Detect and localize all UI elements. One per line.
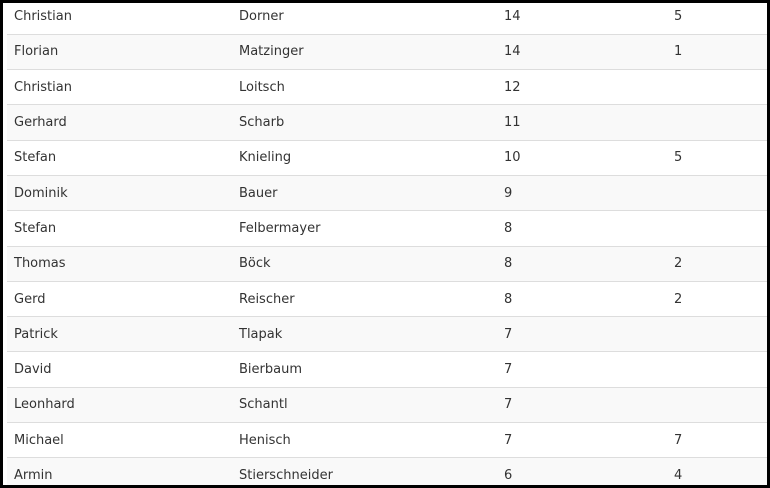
first-name-cell: Dominik bbox=[7, 174, 232, 211]
first-name-cell: Christian bbox=[7, 3, 232, 35]
value2-cell: 4 bbox=[667, 457, 767, 485]
value2-cell: 7 bbox=[667, 422, 767, 458]
last-name-cell: Scharb bbox=[232, 104, 497, 141]
first-name-cell: Patrick bbox=[7, 316, 232, 352]
first-name-cell: Stefan bbox=[7, 210, 232, 247]
value2-cell: 2 bbox=[667, 245, 767, 282]
value2-cell bbox=[667, 316, 767, 352]
value2-cell: 1 bbox=[667, 33, 767, 70]
table-row: Armin Stierschneider 6 4 bbox=[7, 457, 767, 485]
last-name-cell: Knieling bbox=[232, 139, 497, 176]
value1-cell: 8 bbox=[497, 210, 667, 247]
first-name-cell: Florian bbox=[7, 33, 232, 70]
last-name-cell: Matzinger bbox=[232, 33, 497, 70]
last-name-cell: Tlapak bbox=[232, 316, 497, 352]
first-name-cell: Gerd bbox=[7, 280, 232, 317]
last-name-cell: Reischer bbox=[232, 280, 497, 317]
last-name-cell: Stierschneider bbox=[232, 457, 497, 485]
value1-cell: 7 bbox=[497, 386, 667, 423]
last-name-cell: Bierbaum bbox=[232, 351, 497, 388]
first-name-cell: Armin bbox=[7, 457, 232, 485]
table-row: Stefan Knieling 10 5 bbox=[7, 139, 767, 176]
last-name-cell: Schantl bbox=[232, 386, 497, 423]
value1-cell: 11 bbox=[497, 104, 667, 141]
table-row: Leonhard Schantl 7 bbox=[7, 386, 767, 423]
value1-cell: 7 bbox=[497, 351, 667, 388]
table-row: Dominik Bauer 9 bbox=[7, 174, 767, 211]
value1-cell: 14 bbox=[497, 33, 667, 70]
last-name-cell: Henisch bbox=[232, 422, 497, 458]
player-stats-table: Christian Dorner 14 5 Florian Matzinger 14 1 Chr… bbox=[7, 3, 767, 485]
table-row: Stefan Felbermayer 8 bbox=[7, 210, 767, 247]
first-name-cell: Christian bbox=[7, 69, 232, 105]
last-name-cell: Loitsch bbox=[232, 69, 497, 105]
value1-cell: 9 bbox=[497, 174, 667, 211]
table-frame: Christian Dorner 14 5 Florian Matzinger 14 1 Chr… bbox=[0, 0, 770, 488]
table-body: Christian Dorner 14 5 Florian Matzinger 14 1 Chr… bbox=[7, 3, 767, 485]
value2-cell bbox=[667, 351, 767, 388]
table-row: Christian Loitsch 12 bbox=[7, 69, 767, 105]
first-name-cell: Michael bbox=[7, 422, 232, 458]
table-row: Florian Matzinger 14 1 bbox=[7, 33, 767, 70]
value1-cell: 10 bbox=[497, 139, 667, 176]
value1-cell: 7 bbox=[497, 422, 667, 458]
table-row: Thomas Böck 8 2 bbox=[7, 245, 767, 282]
first-name-cell: Gerhard bbox=[7, 104, 232, 141]
value2-cell bbox=[667, 174, 767, 211]
last-name-cell: Felbermayer bbox=[232, 210, 497, 247]
last-name-cell: Böck bbox=[232, 245, 497, 282]
value1-cell: 8 bbox=[497, 280, 667, 317]
first-name-cell: Stefan bbox=[7, 139, 232, 176]
table-row: Patrick Tlapak 7 bbox=[7, 316, 767, 352]
value1-cell: 12 bbox=[497, 69, 667, 105]
value2-cell bbox=[667, 210, 767, 247]
value2-cell: 5 bbox=[667, 139, 767, 176]
first-name-cell: David bbox=[7, 351, 232, 388]
table-row: David Bierbaum 7 bbox=[7, 351, 767, 388]
table-row: Gerd Reischer 8 2 bbox=[7, 280, 767, 317]
value2-cell bbox=[667, 69, 767, 105]
value2-cell: 2 bbox=[667, 280, 767, 317]
value1-cell: 8 bbox=[497, 245, 667, 282]
table-row: Michael Henisch 7 7 bbox=[7, 422, 767, 458]
value1-cell: 7 bbox=[497, 316, 667, 352]
first-name-cell: Thomas bbox=[7, 245, 232, 282]
table-row: Christian Dorner 14 5 bbox=[7, 3, 767, 35]
value2-cell bbox=[667, 386, 767, 423]
value2-cell bbox=[667, 104, 767, 141]
value1-cell: 6 bbox=[497, 457, 667, 485]
last-name-cell: Dorner bbox=[232, 3, 497, 35]
table-row: Gerhard Scharb 11 bbox=[7, 104, 767, 141]
value2-cell: 5 bbox=[667, 3, 767, 35]
value1-cell: 14 bbox=[497, 3, 667, 35]
last-name-cell: Bauer bbox=[232, 174, 497, 211]
first-name-cell: Leonhard bbox=[7, 386, 232, 423]
